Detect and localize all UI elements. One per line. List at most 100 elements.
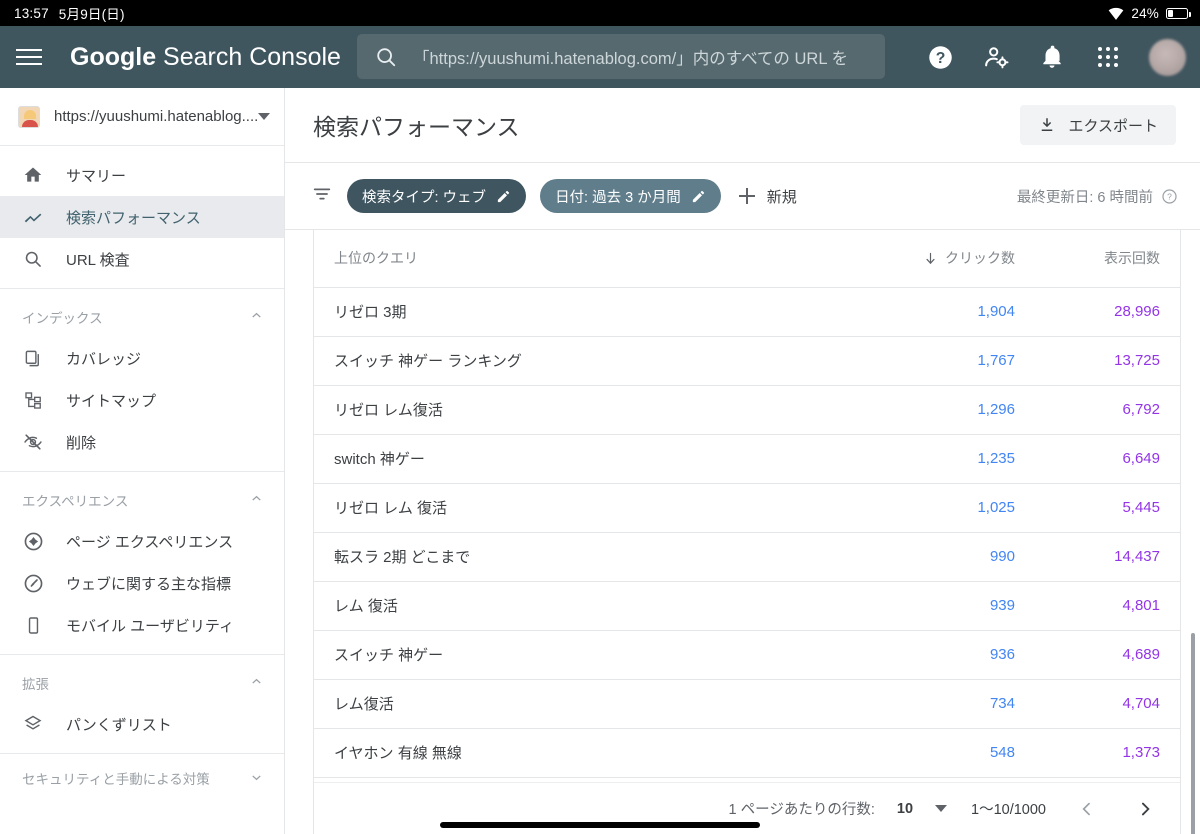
cell-impressions: 4,801 bbox=[1035, 581, 1180, 631]
cell-clicks: 939 bbox=[885, 581, 1035, 631]
sidebar-group-header-security[interactable]: セキュリティと手動による対策 bbox=[0, 762, 284, 818]
chevron-up-icon[interactable] bbox=[249, 674, 264, 692]
table-row[interactable]: リゼロ レム復活 1,296 6,792 bbox=[314, 385, 1180, 435]
cell-query: リゼロ レム復活 bbox=[314, 385, 885, 435]
prev-page-button[interactable] bbox=[1070, 792, 1104, 826]
sidebar-group-index: インデックス カバレッジ サイトマップ 削除 bbox=[0, 289, 284, 472]
table-row[interactable]: イヤホン 有線 無線 548 1,373 bbox=[314, 728, 1180, 778]
sidebar-primary-section: サマリー 検索パフォーマンス URL 検査 bbox=[0, 146, 284, 289]
table-row[interactable]: リゼロ レム 復活 1,025 5,445 bbox=[314, 483, 1180, 533]
download-icon bbox=[1042, 118, 1053, 131]
brand-search-console: Search Console bbox=[156, 42, 341, 71]
user-avatar[interactable] bbox=[1149, 38, 1186, 76]
mobile-icon bbox=[22, 614, 44, 636]
search-input[interactable]: 「https://yuushumi.hatenablog.com/」内のすべての… bbox=[357, 34, 885, 79]
group-title: インデックス bbox=[22, 311, 103, 326]
sidebar-label: ページ エクスペリエンス bbox=[66, 533, 234, 551]
table-row[interactable]: スイッチ 神ゲー 936 4,689 bbox=[314, 630, 1180, 680]
next-page-button[interactable] bbox=[1128, 792, 1162, 826]
cell-impressions: 14,437 bbox=[1035, 532, 1180, 582]
last-update-status: 最終更新日: 6 時間前 ? bbox=[1017, 186, 1178, 207]
chevron-down-icon[interactable] bbox=[258, 113, 270, 120]
sidebar-label: サマリー bbox=[66, 167, 127, 185]
table-row[interactable]: レム 復活 939 4,801 bbox=[314, 581, 1180, 631]
cell-query: レム 復活 bbox=[314, 581, 885, 631]
help-icon[interactable]: ? bbox=[925, 42, 955, 72]
filter-chip-search-type[interactable]: 検索タイプ: ウェブ bbox=[347, 179, 527, 213]
site-favicon bbox=[18, 105, 40, 128]
chevron-down-icon[interactable] bbox=[935, 805, 948, 812]
layers-icon bbox=[22, 713, 44, 735]
sidebar-group-header[interactable]: エクスペリエンス bbox=[0, 480, 284, 520]
sidebar-item-page-experience[interactable]: ページ エクスペリエンス bbox=[0, 520, 284, 562]
cell-impressions: 6,649 bbox=[1035, 434, 1180, 484]
chevron-left-icon bbox=[1082, 802, 1090, 815]
chevron-up-icon[interactable] bbox=[249, 308, 264, 326]
rows-per-page-selector[interactable]: 1 ページあたりの行数: 10 bbox=[729, 798, 948, 819]
sidebar-item-core-web-vitals[interactable]: ウェブに関する主な指標 bbox=[0, 562, 284, 604]
person-gear-icon[interactable] bbox=[981, 42, 1011, 72]
tune-filter-icon[interactable] bbox=[311, 183, 333, 210]
sidebar-item-search-performance[interactable]: 検索パフォーマンス bbox=[0, 196, 284, 238]
sidebar-label: 検索パフォーマンス bbox=[66, 209, 201, 227]
android-gesture-bar[interactable] bbox=[440, 822, 760, 828]
sidebar-label: サイトマップ bbox=[66, 392, 157, 410]
battery-percent-label: 24% bbox=[1131, 5, 1159, 21]
filter-chip-label: 日付: 過去 3 か月間 bbox=[555, 189, 681, 206]
sidebar-item-summary[interactable]: サマリー bbox=[0, 154, 284, 196]
export-button-label: エクスポート bbox=[1068, 117, 1158, 135]
hamburger-menu-icon[interactable] bbox=[16, 49, 64, 65]
rows-per-page-value: 10 bbox=[896, 800, 914, 817]
cell-query: リゼロ レム 復活 bbox=[314, 483, 885, 533]
pencil-icon bbox=[497, 190, 510, 202]
apps-grid-icon[interactable] bbox=[1093, 42, 1123, 72]
sidebar-item-mobile-usability[interactable]: モバイル ユーザビリティ bbox=[0, 604, 284, 646]
group-title: エクスペリエンス bbox=[22, 494, 129, 509]
cell-query: switch 神ゲー bbox=[314, 434, 885, 484]
bell-icon[interactable] bbox=[1037, 42, 1067, 72]
trending-up-icon bbox=[22, 206, 44, 228]
export-button[interactable]: エクスポート bbox=[1020, 105, 1176, 145]
cell-query: 転スラ 2期 どこまで bbox=[314, 532, 885, 582]
table-row[interactable]: 転スラ 2期 どこまで 990 14,437 bbox=[314, 532, 1180, 582]
chevron-up-icon[interactable] bbox=[249, 491, 264, 509]
svg-text:?: ? bbox=[1167, 191, 1172, 201]
sidebar-label: パンくずリスト bbox=[66, 716, 172, 734]
chevron-right-icon bbox=[1142, 802, 1150, 815]
column-header-clicks[interactable]: クリック数 bbox=[885, 230, 1035, 288]
cell-query: レム復活 bbox=[314, 679, 885, 729]
status-date: 5月9日(日) bbox=[58, 7, 125, 22]
table-row[interactable]: switch 神ゲー 1,235 6,649 bbox=[314, 434, 1180, 484]
help-outline-icon[interactable]: ? bbox=[1161, 188, 1178, 205]
new-filter-button[interactable]: 新規 bbox=[738, 186, 797, 207]
queries-table: 上位のクエリ クリック数 表示回数 リゼロ 3期 1,904 28,996 スイ… bbox=[314, 230, 1180, 778]
cell-impressions: 5,445 bbox=[1035, 483, 1180, 533]
column-header-clicks-label: クリック数 bbox=[945, 250, 1015, 267]
app-bar-actions: ? bbox=[925, 26, 1186, 88]
sidebar-group-header[interactable]: インデックス bbox=[0, 297, 284, 337]
sidebar-group-header[interactable]: 拡張 bbox=[0, 663, 284, 703]
sidebar-item-coverage[interactable]: カバレッジ bbox=[0, 337, 284, 379]
vertical-scrollbar[interactable] bbox=[1191, 633, 1195, 834]
app-brand-title: Google Search Console bbox=[70, 43, 341, 72]
sidebar-item-sitemap[interactable]: サイトマップ bbox=[0, 379, 284, 421]
sidebar-item-url-inspection[interactable]: URL 検査 bbox=[0, 238, 284, 280]
table-head: 上位のクエリ クリック数 表示回数 bbox=[314, 230, 1180, 288]
filter-chip-date[interactable]: 日付: 過去 3 か月間 bbox=[540, 179, 721, 213]
column-header-query[interactable]: 上位のクエリ bbox=[314, 230, 885, 288]
site-selector[interactable]: https://yuushumi.hatenablog.... bbox=[0, 88, 284, 146]
cell-clicks: 548 bbox=[885, 728, 1035, 778]
table-row[interactable]: スイッチ 神ゲー ランキング 1,767 13,725 bbox=[314, 336, 1180, 386]
table-row[interactable]: レム復活 734 4,704 bbox=[314, 679, 1180, 729]
sidebar-item-breadcrumbs[interactable]: パンくずリスト bbox=[0, 703, 284, 745]
column-header-impressions[interactable]: 表示回数 bbox=[1035, 230, 1180, 288]
plus-icon bbox=[738, 188, 755, 204]
chevron-down-icon[interactable] bbox=[249, 770, 264, 791]
table-row[interactable]: リゼロ 3期 1,904 28,996 bbox=[314, 287, 1180, 337]
last-update-label: 最終更新日: 6 時間前 bbox=[1016, 189, 1153, 206]
cell-impressions: 28,996 bbox=[1035, 287, 1180, 337]
cell-query: イヤホン 有線 無線 bbox=[314, 728, 885, 778]
cell-query: リゼロ 3期 bbox=[314, 287, 885, 337]
sidebar-item-removals[interactable]: 削除 bbox=[0, 421, 284, 463]
filter-bar: 検索タイプ: ウェブ 日付: 過去 3 か月間 新規 最終更新日: 6 時間前 bbox=[285, 163, 1200, 230]
